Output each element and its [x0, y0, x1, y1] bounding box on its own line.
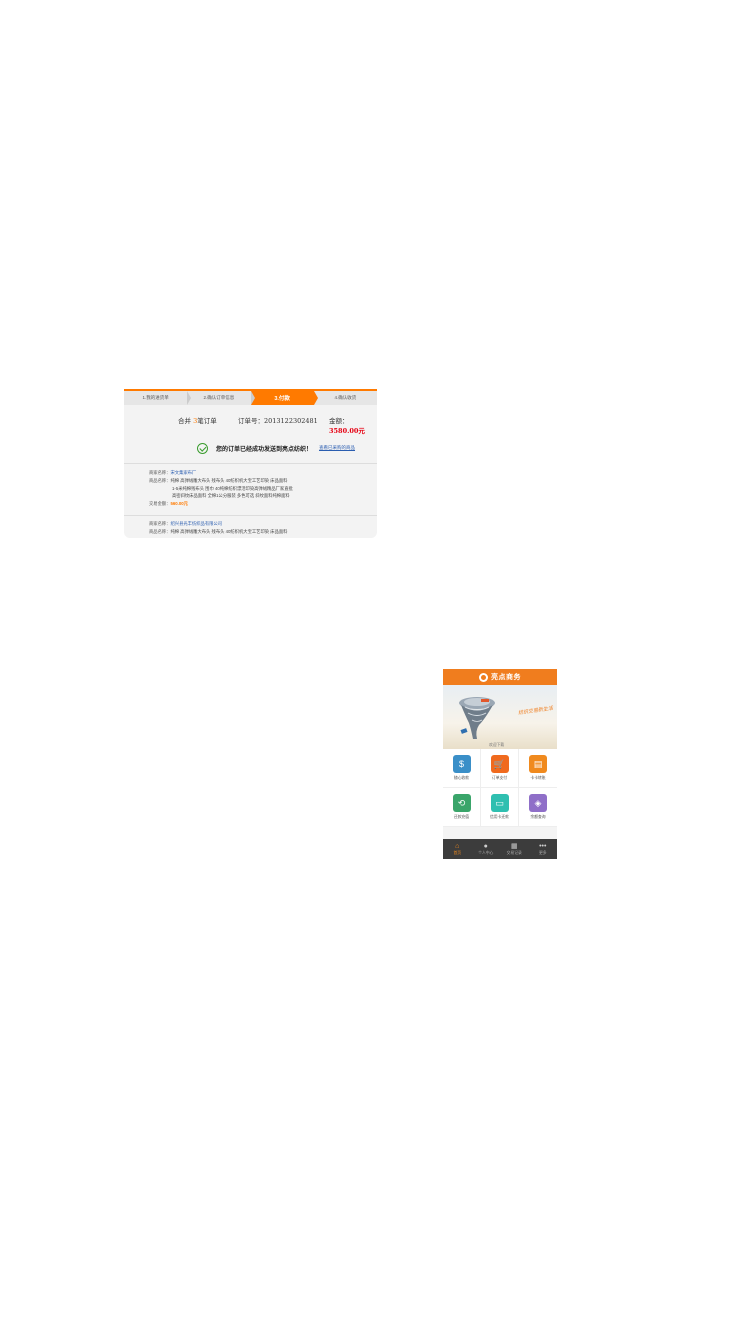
goods-row: 商品名称：纯棉 高弹绒雕大布头 残布头 40纺织机大宝工艺印染 床品面料: [149, 477, 293, 485]
step-receive[interactable]: 4.确认收货: [314, 391, 377, 405]
order-number: 订单号：2013122302481: [238, 415, 318, 425]
order-number-label: 订单号：: [238, 417, 264, 425]
merge-count: 合并 3笔订单: [178, 415, 217, 425]
goods-line: 纯棉 高弹绒雕大布头 残布头 40纺织机大宝工艺印染 床品面料: [170, 528, 288, 534]
order-number-value: 2013122302481: [264, 417, 318, 425]
order-amount-value: 3580.00元: [329, 427, 365, 435]
goods-line: 1-5米纯棉残布头 围巾 40纯棉纺织漂活印染高弹绒精品厂家直批: [172, 485, 293, 491]
order-summary: 合并 3笔订单 订单号：2013122302481 金额： 3580.00元: [124, 415, 377, 435]
bottom-tabbar: ⌂ 首页 ● 个人中心 ▦ 交易记录 ••• 更多: [443, 839, 557, 859]
grid-item-label: 卡卡转账: [530, 776, 546, 780]
repay-icon: ⟲: [452, 794, 471, 812]
goods-label: 商品名称：: [149, 528, 171, 534]
checkout-screenshot: 1.我的进货单 2.确认订单信息 3.付款 4.确认收货 合并 3笔订单 订单号…: [124, 389, 377, 538]
banner-subtitle: 欢迎下载: [489, 743, 505, 747]
step-label: 3.付款: [274, 396, 290, 402]
success-notice: 您的订单已经成功发送到亮点纺织！ 查看已采购的商品: [197, 441, 355, 455]
service-grid: $ 随心收款 🛒 订单支付 ▤ 卡卡转账 ⟲ 还款充值 ▭ 信用卡还款 ◈ 余额…: [443, 749, 557, 827]
user-icon: ●: [483, 842, 488, 850]
step-label: 4.确认收货: [334, 395, 357, 400]
goods-label: 商品名称：: [149, 477, 171, 483]
grid-item-label: 订单支付: [491, 776, 508, 780]
view-purchased-link[interactable]: 查看已采购的商品: [319, 445, 355, 451]
logo-icon: [479, 672, 488, 682]
promo-banner[interactable]: 纺织交易新生活 欢迎下载: [443, 685, 557, 749]
goods-row: 商品名称：纯棉 高弹绒雕大布头 残布头 40纺织机大宝工艺印染 床品面料: [149, 528, 287, 536]
success-message: 您的订单已经成功发送到亮点纺织！: [216, 445, 313, 453]
home-icon: ⌂: [455, 842, 460, 850]
grid-item-label: 还款充值: [453, 815, 470, 819]
grid-item-transfer[interactable]: ▤ 卡卡转账: [519, 749, 557, 788]
divider: [124, 515, 377, 516]
total-label: 交易金额：: [149, 501, 171, 507]
seller-label: 商家名称：: [149, 521, 171, 526]
money-bag-icon: $: [452, 755, 471, 773]
order-amount-label: 金额：: [329, 417, 349, 425]
total-row: 交易金额：560.00元: [149, 500, 293, 508]
record-icon: ▦: [510, 842, 518, 850]
check-circle-icon: [197, 442, 208, 454]
goods-line: 纯棉 高弹绒雕大布头 残布头 40纺织机大宝工艺印染 床品面料: [170, 477, 288, 483]
grid-item-label: 信用卡还款: [490, 815, 509, 819]
tab-records[interactable]: ▦ 交易记录: [500, 839, 529, 859]
grid-item-label: 余额查询: [530, 815, 546, 819]
cart-icon: 🛒: [490, 755, 509, 773]
step-cart[interactable]: 1.我的进货单: [124, 391, 192, 405]
order-item: 商家名称：宋文集家布厂 商品名称：纯棉 高弹绒雕大布头 残布头 40纺织机大宝工…: [149, 469, 293, 508]
tab-home[interactable]: ⌂ 首页: [443, 839, 472, 859]
grid-item-order-pay[interactable]: 🛒 订单支付: [481, 749, 519, 788]
seller-name-link[interactable]: 宋文集家布厂: [170, 470, 196, 475]
step-payment[interactable]: 3.付款: [250, 391, 319, 405]
step-label: 2.确认订单信息: [203, 395, 235, 400]
seller-row: 商家名称：宋文集家布厂: [149, 469, 293, 477]
divider: [124, 463, 377, 464]
tab-label: 交易记录: [506, 850, 522, 855]
order-item: 商家名称：绍兴县光丰纺织品有限公司 商品名称：纯棉 高弹绒雕大布头 残布头 40…: [149, 520, 287, 536]
card-icon: ▤: [529, 755, 547, 773]
grid-item-credit-repay[interactable]: ▭ 信用卡还款: [481, 788, 519, 827]
more-icon: •••: [539, 842, 547, 850]
grid-item-recharge[interactable]: ⟲ 还款充值: [443, 788, 481, 827]
app-screenshot: 亮点商务 纺织交易新生活 欢迎下载 $ 随心收款 🛒 订单支付 ▤ 卡卡转账 ⟲…: [443, 669, 557, 859]
order-amount: 金额： 3580.00元: [329, 415, 377, 435]
seller-name-link[interactable]: 绍兴县光丰纺织品有限公司: [170, 521, 222, 526]
goods-line: 高密斜纹床品面料 全棉1公分服装 多色可选 斜纹面料纯棉面料: [172, 493, 290, 499]
app-title: 亮点商务: [491, 674, 521, 681]
tab-profile[interactable]: ● 个人中心: [472, 839, 501, 859]
merge-suffix: 笔订单: [197, 417, 217, 425]
seller-label: 商家名称：: [149, 470, 171, 475]
merge-prefix: 合并: [178, 417, 191, 425]
tab-more[interactable]: ••• 更多: [529, 839, 558, 859]
tornado-illustration-icon: [459, 697, 495, 739]
banner-slogan: 纺织交易新生活: [517, 705, 554, 717]
app-header: 亮点商务: [443, 669, 557, 685]
seller-row: 商家名称：绍兴县光丰纺织品有限公司: [149, 520, 287, 528]
credit-card-icon: ▭: [490, 794, 509, 812]
tab-label: 更多: [538, 850, 547, 855]
grid-item-label: 随心收款: [453, 776, 470, 780]
checkout-steps: 1.我的进货单 2.确认订单信息 3.付款 4.确认收货: [124, 389, 377, 405]
step-label: 1.我的进货单: [142, 395, 169, 400]
step-confirm-order[interactable]: 2.确认订单信息: [187, 391, 255, 405]
tab-label: 个人中心: [478, 850, 494, 855]
grid-item-collect[interactable]: $ 随心收款: [443, 749, 481, 788]
wallet-icon: ◈: [529, 794, 547, 812]
grid-item-balance[interactable]: ◈ 余额查询: [519, 788, 557, 827]
total-value: 560.00元: [170, 501, 188, 507]
tab-label: 首页: [453, 850, 462, 855]
